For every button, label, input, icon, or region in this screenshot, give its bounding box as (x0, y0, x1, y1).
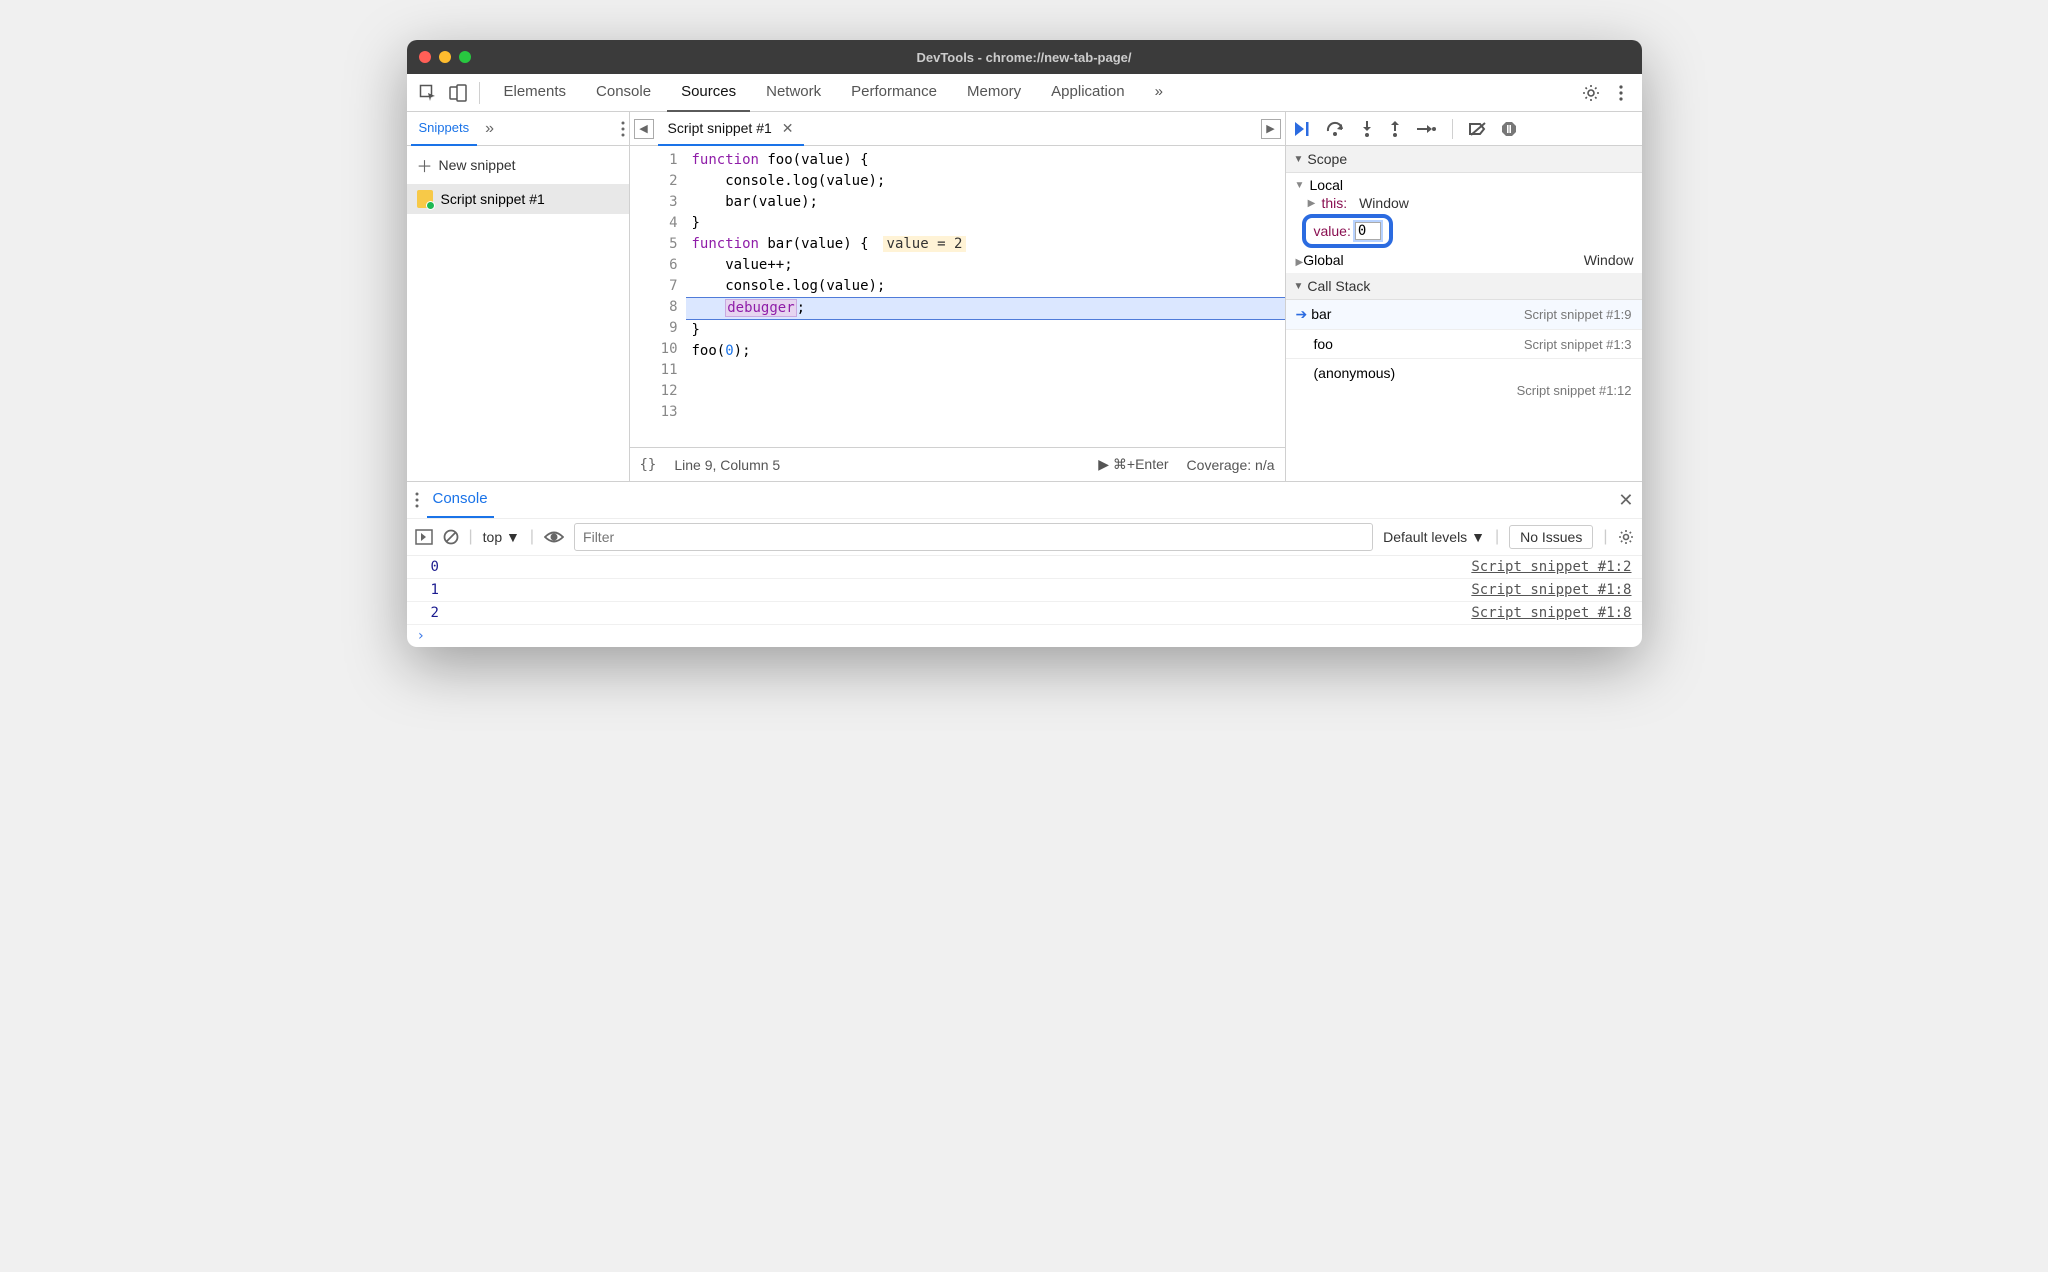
console-log-link[interactable]: Script snippet #1:8 (1471, 582, 1631, 598)
editor-panel: ◀ Script snippet #1 ✕ ▶ 123 456 789 1011… (630, 112, 1286, 481)
settings-icon[interactable] (1576, 78, 1606, 108)
tab-elements[interactable]: Elements (490, 74, 581, 112)
tab-performance[interactable]: Performance (837, 74, 951, 112)
device-toolbar-icon[interactable] (443, 78, 473, 108)
callstack-frame-loc: Script snippet #1:12 (1286, 383, 1642, 406)
plus-icon: ＋ (417, 153, 433, 177)
scope-value-input[interactable] (1355, 222, 1381, 240)
snippet-file-icon (417, 190, 433, 208)
scope-global[interactable]: ▶Global Window (1292, 250, 1642, 270)
step-into-button[interactable] (1360, 120, 1374, 138)
console-settings-icon[interactable] (1618, 529, 1634, 545)
editor-tab[interactable]: Script snippet #1 ✕ (658, 112, 804, 146)
drawer-kebab-icon[interactable] (415, 492, 419, 508)
tab-console[interactable]: Console (582, 74, 665, 112)
tab-network[interactable]: Network (752, 74, 835, 112)
scope-local[interactable]: ▼Local (1292, 176, 1642, 194)
step-out-button[interactable] (1388, 120, 1402, 138)
console-log-link[interactable]: Script snippet #1:2 (1471, 559, 1631, 575)
scope-this[interactable]: ▶this: Window (1292, 194, 1642, 212)
gutter: 123 456 789 101112 13 (630, 146, 686, 447)
inline-value-hint: value = 2 (883, 236, 967, 252)
kebab-menu-icon[interactable] (1606, 78, 1636, 108)
console-log-row: 0 Script snippet #1:2 (407, 556, 1642, 579)
tab-application[interactable]: Application (1037, 74, 1138, 112)
tab-memory[interactable]: Memory (953, 74, 1035, 112)
deactivate-breakpoints-button[interactable] (1469, 121, 1487, 137)
scope-section-head[interactable]: ▼Scope (1286, 146, 1642, 173)
snippet-item-label: Script snippet #1 (441, 191, 545, 207)
console-context-select[interactable]: top ▼ (483, 529, 520, 545)
editor-nav-back-icon[interactable]: ◀ (634, 119, 654, 139)
new-snippet-button[interactable]: ＋ New snippet (407, 146, 629, 184)
code-lines: function foo(value) { console.log(value)… (686, 146, 1285, 447)
titlebar: DevTools - chrome://new-tab-page/ (407, 40, 1642, 74)
callstack-section-head[interactable]: ▼Call Stack (1286, 273, 1642, 300)
resume-button[interactable] (1294, 121, 1312, 137)
drawer-tab-console[interactable]: Console (427, 482, 494, 518)
devtools-window: DevTools - chrome://new-tab-page/ Elemen… (407, 40, 1642, 647)
zoom-window-button[interactable] (459, 51, 471, 63)
navigator-overflow-icon[interactable]: » (485, 120, 494, 138)
cursor-position: Line 9, Column 5 (674, 457, 780, 473)
tab-overflow[interactable]: » (1141, 74, 1177, 112)
editor-tab-close-icon[interactable]: ✕ (782, 112, 794, 144)
coverage-status: Coverage: n/a (1187, 457, 1275, 473)
editor-nav-forward-icon[interactable]: ▶ (1261, 119, 1281, 139)
console-sidebar-toggle-icon[interactable] (415, 529, 433, 545)
no-issues-button[interactable]: No Issues (1509, 525, 1593, 549)
step-over-button[interactable] (1326, 121, 1346, 137)
console-log-link[interactable]: Script snippet #1:8 (1471, 605, 1631, 621)
navigator-panel: Snippets » ＋ New snippet Script snippet … (407, 112, 630, 481)
pretty-print-icon[interactable]: {} (640, 457, 657, 473)
navigator-kebab-icon[interactable] (621, 121, 625, 137)
drawer-close-icon[interactable]: ✕ (1618, 490, 1633, 511)
minimize-window-button[interactable] (439, 51, 451, 63)
run-snippet-button[interactable]: ▶ ⌘+Enter (1098, 456, 1168, 473)
console-filter-input[interactable] (574, 523, 1373, 551)
snippet-item[interactable]: Script snippet #1 (407, 184, 629, 214)
top-tab-strip: Elements Console Sources Network Perform… (407, 74, 1642, 112)
debugger-panel: ▼Scope ▼Local ▶this: Window value: ▶Glob… (1286, 112, 1642, 481)
code-editor[interactable]: 123 456 789 101112 13 function foo(value… (630, 146, 1285, 447)
pause-on-exceptions-button[interactable] (1501, 121, 1517, 137)
callstack-frame-anonymous[interactable]: (anonymous) (1286, 359, 1642, 383)
inspect-element-icon[interactable] (413, 78, 443, 108)
editor-status-bar: {} Line 9, Column 5 ▶ ⌘+Enter Coverage: … (630, 447, 1285, 481)
console-log-row: 1 Script snippet #1:8 (407, 579, 1642, 602)
traffic-lights (419, 51, 471, 63)
console-drawer: Console ✕ | top ▼ | Default levels ▼ | N… (407, 482, 1642, 647)
callstack-frame[interactable]: foo Script snippet #1:3 (1286, 330, 1642, 359)
clear-console-icon[interactable] (443, 529, 459, 545)
new-snippet-label: New snippet (439, 157, 516, 173)
navigator-tab-snippets[interactable]: Snippets (411, 112, 478, 146)
editor-tab-label: Script snippet #1 (668, 112, 772, 144)
console-log-row: 2 Script snippet #1:8 (407, 602, 1642, 625)
live-expression-icon[interactable] (544, 530, 564, 544)
tab-sources[interactable]: Sources (667, 74, 750, 112)
step-button[interactable] (1416, 122, 1436, 136)
callstack-frame[interactable]: ➔bar Script snippet #1:9 (1286, 300, 1642, 330)
log-levels-select[interactable]: Default levels ▼ (1383, 529, 1485, 545)
scope-value-edit[interactable]: value: (1302, 214, 1393, 248)
window-title: DevTools - chrome://new-tab-page/ (407, 50, 1642, 65)
console-prompt[interactable]: › (407, 625, 1642, 647)
close-window-button[interactable] (419, 51, 431, 63)
